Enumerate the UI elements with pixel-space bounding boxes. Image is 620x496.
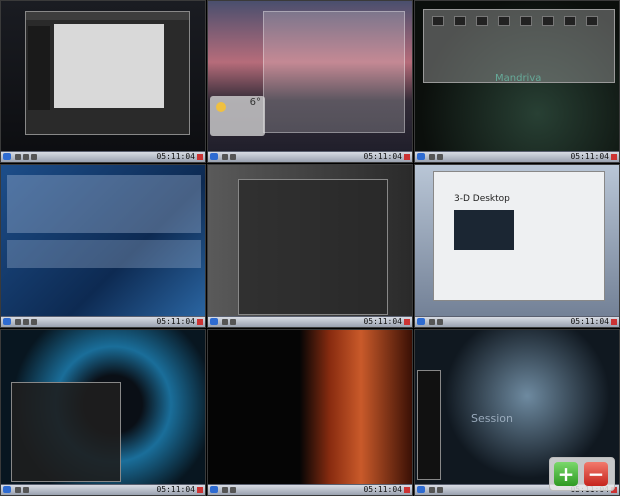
launcher-icon[interactable] — [210, 318, 218, 325]
zoom-out-button[interactable]: − — [584, 462, 608, 486]
task-list[interactable] — [15, 154, 37, 160]
clock: 05:11:04 — [156, 317, 195, 326]
file-window[interactable] — [238, 179, 388, 315]
desktop-5[interactable]: 05:11:04 — [207, 164, 413, 328]
tray-icon[interactable] — [404, 154, 410, 160]
folder-icon[interactable] — [520, 16, 532, 26]
task-list[interactable] — [429, 319, 443, 325]
desktop-4[interactable]: 05:11:04 — [0, 164, 206, 328]
folder-icon[interactable] — [564, 16, 576, 26]
tray-icon[interactable] — [611, 154, 617, 160]
desktop-overview-grid: 05:11:04 6° 05:11:04 Mandriva 05:11:04 0… — [0, 0, 620, 496]
document-title: 3-D Desktop — [454, 194, 510, 204]
clock: 05:11:04 — [363, 485, 402, 494]
launcher-icon[interactable] — [417, 318, 425, 325]
taskbar: 05:11:04 — [415, 151, 619, 162]
task-list[interactable] — [429, 154, 443, 160]
launcher-icon[interactable] — [3, 318, 11, 325]
sun-icon — [216, 102, 226, 112]
app-window[interactable] — [11, 382, 121, 482]
side-widget[interactable] — [417, 370, 441, 480]
tray-icon[interactable] — [197, 154, 203, 160]
taskbar: 05:11:04 — [415, 316, 619, 327]
clock: 05:11:04 — [156, 485, 195, 494]
desktop-3[interactable]: Mandriva 05:11:04 — [414, 0, 620, 163]
tray-icon[interactable] — [197, 487, 203, 493]
minus-icon: − — [587, 462, 605, 486]
plus-icon: + — [557, 462, 575, 486]
desktop-8[interactable]: 05:11:04 — [207, 329, 413, 496]
desktop-1[interactable]: 05:11:04 — [0, 0, 206, 163]
folder-icon[interactable] — [432, 16, 444, 26]
folder-icon[interactable] — [476, 16, 488, 26]
launcher-icon[interactable] — [417, 153, 425, 160]
taskbar: 05:11:04 — [208, 316, 412, 327]
clock: 05:11:04 — [156, 152, 195, 161]
tray-icon[interactable] — [611, 319, 617, 325]
document-image — [454, 210, 514, 250]
folder-icon[interactable] — [498, 16, 510, 26]
task-list[interactable] — [222, 154, 236, 160]
icon-panel-bottom — [7, 240, 201, 268]
tray-icon[interactable] — [404, 319, 410, 325]
launcher-icon[interactable] — [210, 153, 218, 160]
document-window[interactable]: 3-D Desktop — [433, 171, 605, 301]
session-caption: Session — [471, 412, 513, 425]
icon-panel — [423, 9, 615, 83]
task-list[interactable] — [15, 487, 29, 493]
task-list[interactable] — [222, 319, 236, 325]
launcher-icon[interactable] — [210, 486, 218, 493]
task-list[interactable] — [15, 319, 37, 325]
desktop-2[interactable]: 6° 05:11:04 — [207, 0, 413, 163]
folder-icon[interactable] — [542, 16, 554, 26]
clock: 05:11:04 — [363, 317, 402, 326]
zoom-in-button[interactable]: + — [554, 462, 578, 486]
desktop-6[interactable]: 3-D Desktop 05:11:04 — [414, 164, 620, 328]
task-list[interactable] — [222, 487, 236, 493]
zoom-controls: + − — [549, 457, 615, 491]
tray-icon[interactable] — [404, 487, 410, 493]
weather-widget[interactable]: 6° — [210, 96, 265, 136]
brand-label: Mandriva — [495, 73, 542, 84]
taskbar: 05:11:04 — [208, 484, 412, 495]
clock: 05:11:04 — [363, 152, 402, 161]
clock: 05:11:04 — [570, 152, 609, 161]
taskbar: 05:11:04 — [1, 484, 205, 495]
taskbar: 05:11:04 — [1, 151, 205, 162]
tray-icon[interactable] — [197, 319, 203, 325]
settings-window[interactable] — [25, 11, 190, 135]
taskbar: 05:11:04 — [1, 316, 205, 327]
taskbar: 05:11:04 — [208, 151, 412, 162]
task-list[interactable] — [429, 487, 443, 493]
launcher-icon[interactable] — [3, 486, 11, 493]
glass-window[interactable] — [263, 11, 405, 133]
desktop-7[interactable]: 05:11:04 — [0, 329, 206, 496]
launcher-icon[interactable] — [3, 153, 11, 160]
icon-panel-top — [7, 175, 201, 233]
launcher-icon[interactable] — [417, 486, 425, 493]
folder-icon[interactable] — [454, 16, 466, 26]
clock: 05:11:04 — [570, 317, 609, 326]
weather-temp: 6° — [249, 97, 261, 108]
folder-icon[interactable] — [586, 16, 598, 26]
